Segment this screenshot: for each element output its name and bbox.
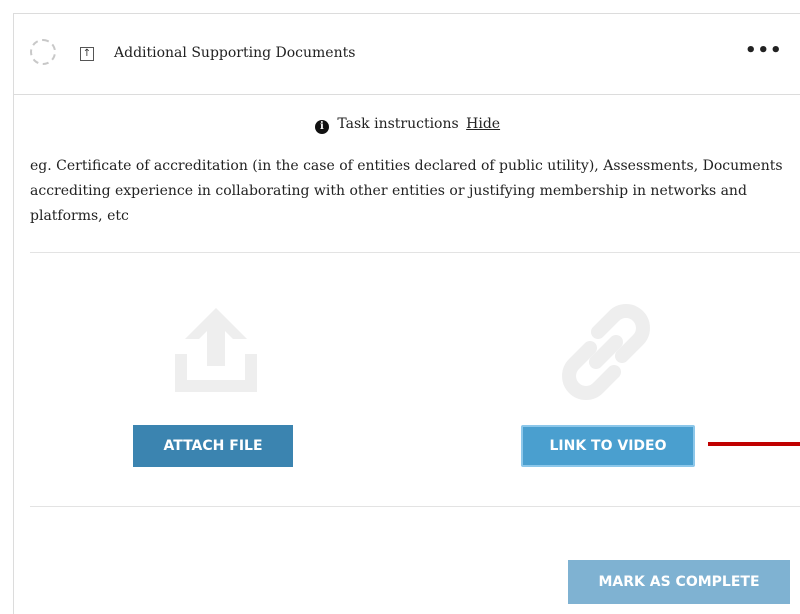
more-options-icon[interactable]: ••• [745, 40, 783, 61]
chain-link-icon [562, 304, 650, 400]
task-title: Additional Supporting Documents [114, 45, 356, 61]
upload-tray-icon [175, 308, 257, 392]
task-instructions-label: Task instructions [337, 116, 459, 132]
task-description: eg. Certificate of accreditation (in the… [30, 158, 783, 224]
dashed-circle-icon[interactable] [30, 39, 56, 65]
task-header: ↑ Additional Supporting Documents ••• [14, 14, 800, 95]
task-instructions-row: i Task instructions Hide [14, 116, 800, 134]
divider [30, 506, 800, 507]
hide-instructions-link[interactable]: Hide [466, 116, 500, 132]
mark-as-complete-button[interactable]: MARK AS COMPLETE [568, 560, 790, 604]
task-card: ↑ Additional Supporting Documents ••• i … [13, 13, 800, 614]
red-arrow-annotation [708, 442, 800, 446]
attach-file-button[interactable]: ATTACH FILE [133, 425, 293, 467]
info-icon: i [314, 120, 329, 134]
upload-box-icon: ↑ [80, 47, 94, 61]
link-to-video-button[interactable]: LINK TO VIDEO [521, 425, 695, 467]
divider [30, 252, 800, 253]
